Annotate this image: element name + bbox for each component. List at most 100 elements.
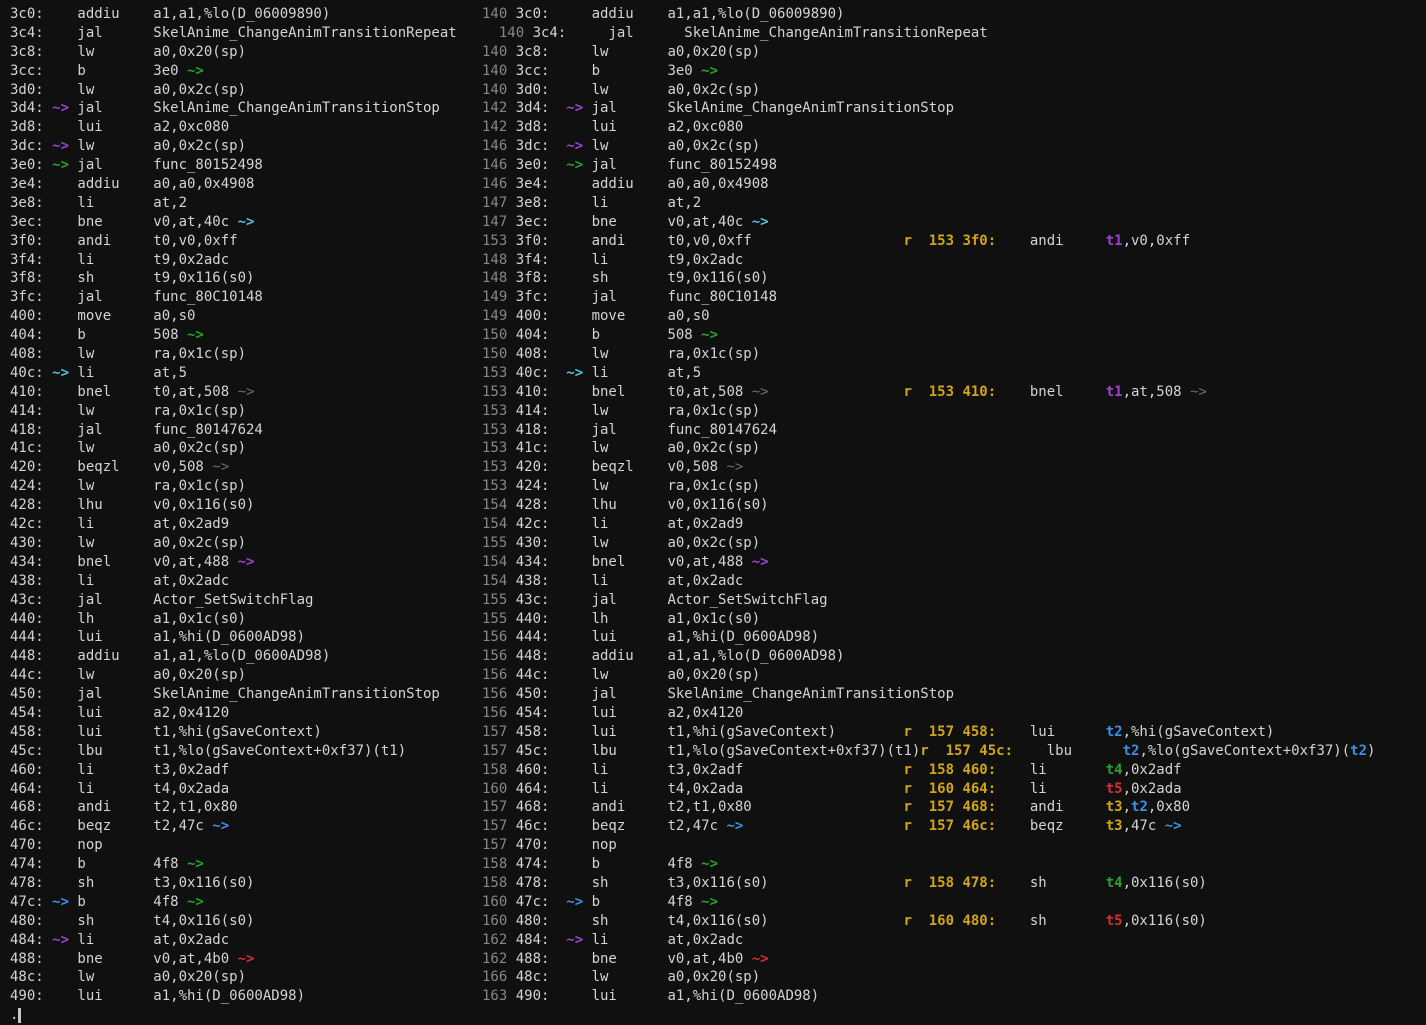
current-mnemonic: li (592, 252, 609, 268)
current-operands: v0,508 ~> (667, 458, 743, 477)
reg-diff-marker-y: r (903, 724, 911, 740)
source-line-number: 157 (482, 837, 507, 853)
source-line-number: 154 (482, 496, 507, 515)
current-address: 3dc: (516, 137, 550, 156)
reg-diff-marker: r (903, 798, 911, 817)
terminal-output[interactable]: 3c0:addiua1,a1,%lo(D_06009890)1403c0:add… (0, 0, 1426, 1021)
source-line-number: 149 (482, 289, 507, 305)
prev-address: 460: (962, 761, 996, 780)
current-operands: at,0x2adc (667, 931, 743, 950)
current-address: 408: (516, 346, 550, 362)
target-mnemonic: move (77, 308, 111, 324)
current-mnemonic: lui (592, 988, 617, 1004)
current-mnemonic: lw (592, 968, 609, 987)
current-mnemonic: addiu (592, 647, 634, 666)
source-line-number: 149 (482, 307, 507, 326)
current-operands: t3,0x2adf (667, 761, 743, 780)
prev-mnemonic: andi (1030, 232, 1064, 251)
current-address: 3ec: (516, 214, 550, 230)
current-operands: ra,0x1c(sp) (667, 478, 760, 494)
target-mnemonic: sh (77, 875, 94, 891)
current-mnemonic: addiu (592, 175, 634, 194)
branch-target-arrow: ~> (52, 156, 69, 175)
target-operands: t9,0x2adc (153, 252, 229, 268)
branch-target-arrow-mag: ~> (52, 100, 69, 116)
current-mnemonic: lui (592, 119, 617, 135)
target-address: 3d8: (10, 119, 44, 135)
target-mnemonic: lw (77, 403, 94, 419)
source-line-number: 146 (482, 176, 507, 192)
current-address: 44c: (516, 666, 550, 685)
target-operands: at,0x2adc (153, 572, 229, 591)
target-address: 444: (10, 629, 44, 645)
source-line-number: 158 (482, 855, 507, 874)
current-mnemonic: jal (608, 24, 633, 43)
target-operands: a1,%hi(D_0600AD98) (153, 987, 305, 1006)
current-address: 490: (516, 987, 550, 1006)
target-address: 420: (10, 459, 44, 475)
target-operands: t1,%hi(gSaveContext) (153, 724, 322, 740)
asm-diff-row: 48c:lwa0,0x20(sp)16648c:lwa0,0x20(sp) (10, 968, 1426, 987)
current-mnemonic: sh (592, 270, 609, 286)
target-address: 478: (10, 874, 44, 893)
target-operands: t3,0x116(s0) (153, 875, 254, 891)
source-line-number: 166 (482, 968, 507, 987)
target-mnemonic: andi (77, 233, 111, 249)
target-mnemonic: b (77, 326, 85, 345)
asm-diff-row: 410:bnelt0,at,508 ~>153410:bnelt0,at,508… (10, 383, 1426, 402)
target-mnemonic: lw (77, 402, 94, 421)
current-mnemonic: lw (592, 43, 609, 62)
target-mnemonic: lw (77, 43, 94, 62)
current-mnemonic: bne (592, 951, 617, 967)
prev-operands-mag: t1 (1106, 233, 1123, 249)
target-mnemonic: lui (77, 705, 102, 721)
current-address: 460: (516, 762, 550, 778)
current-operands-cyn: ~> (752, 214, 769, 230)
source-line-number: 160 (482, 912, 507, 931)
current-mnemonic: lw (592, 346, 609, 362)
current-address: 45c: (516, 742, 550, 761)
asm-diff-row: 44c:lwa0,0x20(sp)15644c:lwa0,0x20(sp) (10, 666, 1426, 685)
reg-diff-marker: r (903, 874, 911, 893)
current-operands: func_80C10148 (667, 288, 777, 307)
source-line-number: 140 (482, 82, 507, 98)
source-line-number: 157 (482, 818, 507, 834)
target-mnemonic: lui (77, 724, 102, 740)
current-address: 434: (516, 553, 550, 572)
target-mnemonic: jal (77, 289, 102, 305)
source-line-number: 158 (482, 762, 507, 778)
branch-target-arrow-grn: ~> (52, 157, 69, 173)
target-address: 47c: (10, 894, 44, 910)
target-operands: func_80C10148 (153, 289, 263, 305)
current-mnemonic: li (592, 251, 609, 270)
current-address: 478: (516, 874, 550, 893)
source-line-number: 140 (482, 62, 507, 81)
current-operands: SkelAnime_ChangeAnimTransitionStop (667, 685, 954, 704)
target-mnemonic: lui (77, 119, 102, 135)
target-mnemonic: lw (77, 667, 94, 683)
prev-operands-y: t3 (1106, 818, 1123, 834)
current-address: 3d4: (516, 100, 550, 116)
target-address: 3f4: (10, 251, 44, 270)
current-address: 468: (516, 798, 550, 817)
prev-operands: t2,%lo(gSaveContext+0xf37)(t2) (1123, 742, 1376, 761)
target-operands: a0,0x2c(sp) (153, 534, 246, 553)
source-line-number: 153 (482, 232, 507, 251)
current-mnemonic: nop (592, 836, 617, 855)
target-address: 42c: (10, 516, 44, 532)
prev-operands: ,at,508 (1123, 384, 1190, 400)
prev-operands: , (1123, 799, 1131, 815)
target-operands: func_80C10148 (153, 288, 263, 307)
current-address: 448: (516, 648, 550, 664)
prev-operands: ) (1367, 743, 1375, 759)
current-address: 400: (516, 307, 550, 326)
branch-target-arrow-grn: ~> (566, 157, 583, 173)
current-operands: at,0x2ad9 (667, 515, 743, 534)
target-operands: at,0x2adc (153, 573, 229, 589)
current-address: 458: (516, 724, 550, 740)
target-operands-mag: ~> (238, 554, 255, 570)
target-address: 45c: (10, 742, 44, 761)
source-line-number: 160 (482, 781, 507, 797)
current-operands: a0,0x20(sp) (667, 44, 760, 60)
target-mnemonic: addiu (77, 647, 119, 666)
